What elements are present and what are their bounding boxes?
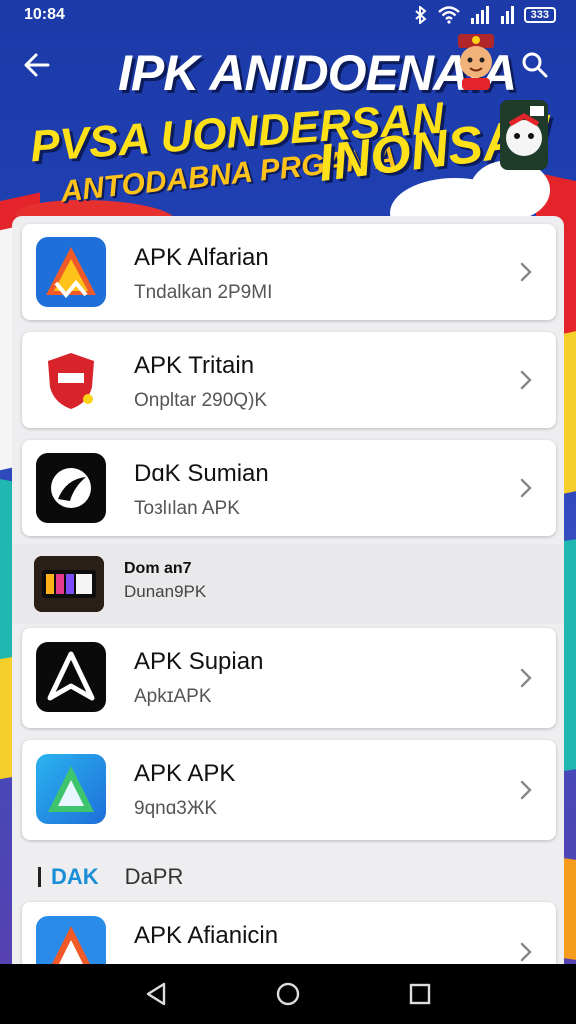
battery-icon: 333 xyxy=(523,7,556,23)
nav-home-icon xyxy=(276,982,300,1006)
app-subtitle: ApkɪAPK xyxy=(134,686,212,707)
list-item[interactable]: APK Tritain Onpltar 290Q)K xyxy=(22,332,556,428)
app-subtitle: Toзlılan APK xyxy=(134,498,240,519)
search-button[interactable] xyxy=(520,50,556,86)
chevron-right-icon xyxy=(520,942,532,962)
status-icons: 333 xyxy=(414,6,556,24)
chevron-right-icon xyxy=(520,262,532,282)
nav-back-button[interactable] xyxy=(141,979,171,1009)
nav-home-button[interactable] xyxy=(273,979,303,1009)
status-time: 10:84 xyxy=(24,6,65,23)
app-title: APK APK xyxy=(134,760,236,787)
app-title: APK Tritain xyxy=(134,352,255,379)
list-item[interactable]: DɑK Sumian Toзlılan APK xyxy=(22,440,556,536)
dark-logo-icon xyxy=(34,556,104,612)
list-item[interactable]: Dom an7 Dunan9PK xyxy=(12,544,564,624)
app-list: APK Alfarian Tndalkan 2P9MI APK Tritain … xyxy=(12,216,564,1002)
gradient-a-logo-icon xyxy=(36,754,106,824)
app-subtitle: 9qnɑ3ЖK xyxy=(134,798,218,819)
app-title: APK Alfarian xyxy=(134,244,269,271)
app-title: Dom an7 xyxy=(124,560,192,577)
app-subtitle: Dunan9PK xyxy=(124,582,207,601)
chevron-right-icon xyxy=(520,780,532,800)
section-header: DAK DaPR xyxy=(38,864,183,890)
chevron-right-icon xyxy=(520,478,532,498)
section-accent: DAK xyxy=(51,864,99,889)
app-subtitle: Tndalkan 2P9MI xyxy=(134,282,273,303)
decor-stripe xyxy=(0,227,12,473)
a-logo-icon xyxy=(36,642,106,712)
chevron-right-icon xyxy=(520,668,532,688)
system-nav-bar xyxy=(0,964,576,1024)
circle-logo-icon xyxy=(36,453,106,523)
header-banner: IPK ANIDOENAIA PVSA UONDERSAN ANTODABNA … xyxy=(0,30,576,220)
mascot-icon xyxy=(458,34,494,90)
section-label: DaPR xyxy=(124,864,184,889)
section-divider xyxy=(38,867,41,887)
nav-recents-button[interactable] xyxy=(405,979,435,1009)
nav-recents-icon xyxy=(409,983,431,1005)
triangle-logo-icon xyxy=(36,237,106,307)
back-button[interactable] xyxy=(22,50,58,86)
mascot-card-icon xyxy=(500,100,548,170)
shield-logo-icon xyxy=(36,345,106,415)
back-arrow-icon xyxy=(24,53,50,77)
signal-icon xyxy=(470,6,489,24)
wifi-icon xyxy=(437,6,460,24)
app-title: APK Supian xyxy=(134,648,264,675)
chevron-right-icon xyxy=(520,370,532,390)
bluetooth-icon xyxy=(414,6,427,24)
app-title: DɑK Sumian xyxy=(134,460,269,487)
search-icon xyxy=(522,52,548,78)
status-bar: 10:84 333 xyxy=(0,0,576,30)
list-item[interactable]: APK Alfarian Tndalkan 2P9MI xyxy=(22,224,556,320)
app-title: APK Afianicin xyxy=(134,922,279,949)
nav-back-icon xyxy=(146,982,166,1006)
list-item[interactable]: APK Supian ApkɪAPK xyxy=(22,628,556,728)
app-subtitle: Onpltar 290Q)K xyxy=(134,390,268,411)
list-item[interactable]: APK APK 9qnɑ3ЖK xyxy=(22,740,556,840)
signal-icon xyxy=(500,6,514,24)
